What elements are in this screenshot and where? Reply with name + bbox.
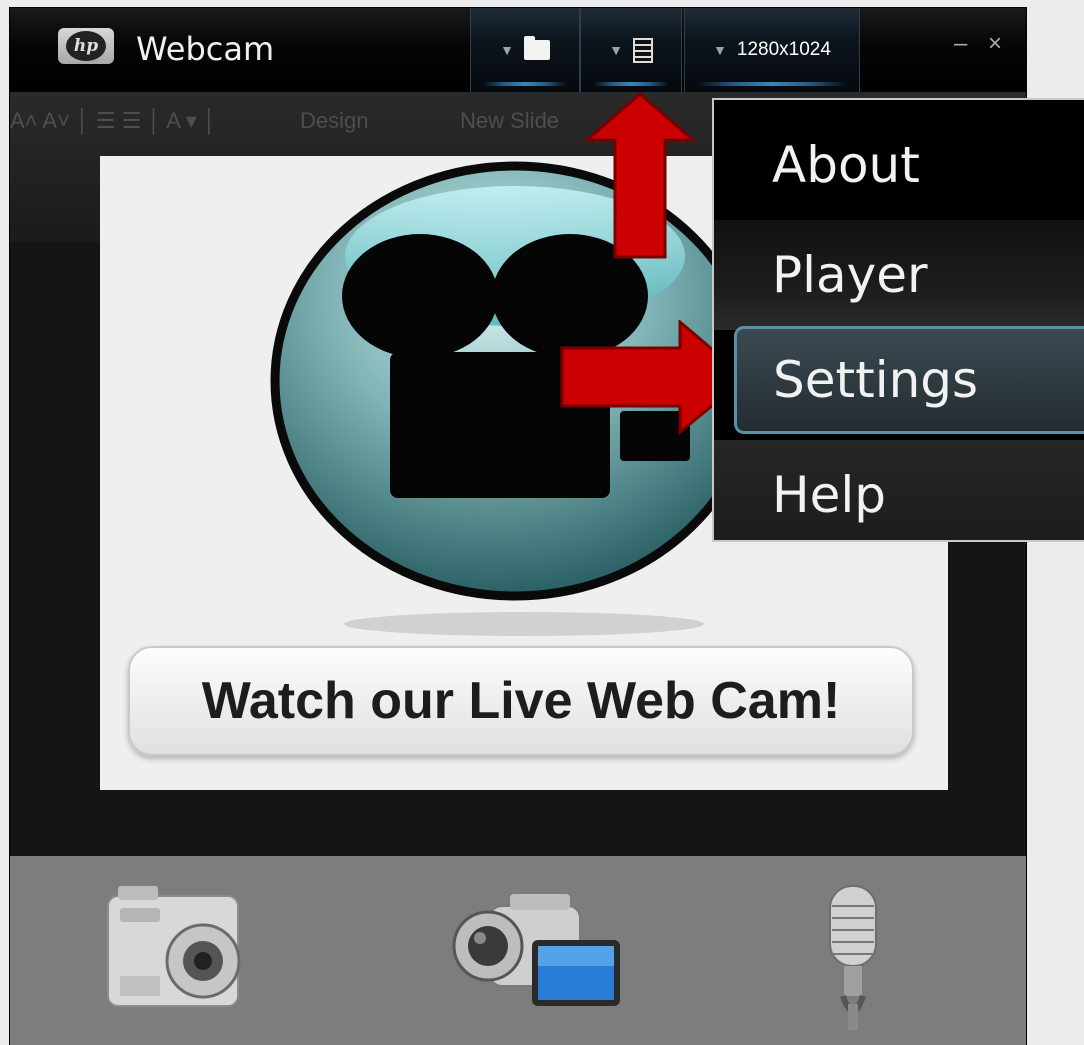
watch-live-webcam-button[interactable]: Watch our Live Web Cam!	[128, 646, 914, 756]
ghost-new-slide-label: New Slide	[460, 108, 560, 133]
capture-controls-bar	[10, 856, 1026, 1045]
resolution-menu-button[interactable]: ▼ 1280x1024	[684, 8, 860, 92]
audio-record-button[interactable]	[818, 876, 888, 1036]
title-bar: hp Webcam ▼ ▼ ▼ 1280x1024 – ×	[10, 8, 1026, 92]
dropdown-caret-icon: ▼	[713, 42, 727, 58]
app-title: Webcam	[136, 30, 275, 68]
options-menu-button[interactable]: ▼	[580, 8, 682, 92]
menu-item-about[interactable]: About	[714, 110, 1084, 220]
menu-item-help[interactable]: Help	[714, 440, 1084, 540]
folder-menu-button[interactable]: ▼	[470, 8, 580, 92]
options-dropdown-menu: About Player Settings Help	[712, 98, 1084, 542]
resolution-label: 1280x1024	[736, 39, 831, 60]
hp-logo: hp	[58, 28, 114, 64]
close-button[interactable]: ×	[988, 30, 1002, 58]
photo-capture-button[interactable]	[98, 876, 248, 1036]
ghost-font-controls: A˄ A˅ │ ☰ ☰ │ A ▾ │	[10, 108, 217, 133]
menu-item-player[interactable]: Player	[714, 220, 1084, 330]
minimize-button[interactable]: –	[954, 30, 967, 58]
dropdown-caret-icon: ▼	[609, 42, 623, 58]
folder-icon	[523, 36, 550, 60]
document-menu-icon	[632, 37, 653, 63]
hp-logo-text: hp	[66, 31, 106, 61]
up-arrow-annotation-icon	[585, 92, 695, 259]
video-record-button[interactable]	[450, 876, 630, 1036]
microphone-icon	[829, 885, 877, 1030]
ghost-design-label: Design	[300, 108, 369, 133]
menu-item-settings[interactable]: Settings	[734, 326, 1084, 434]
photo-camera-icon	[107, 886, 241, 1007]
video-camera-icon	[452, 894, 620, 1006]
dropdown-caret-icon: ▼	[500, 42, 514, 58]
